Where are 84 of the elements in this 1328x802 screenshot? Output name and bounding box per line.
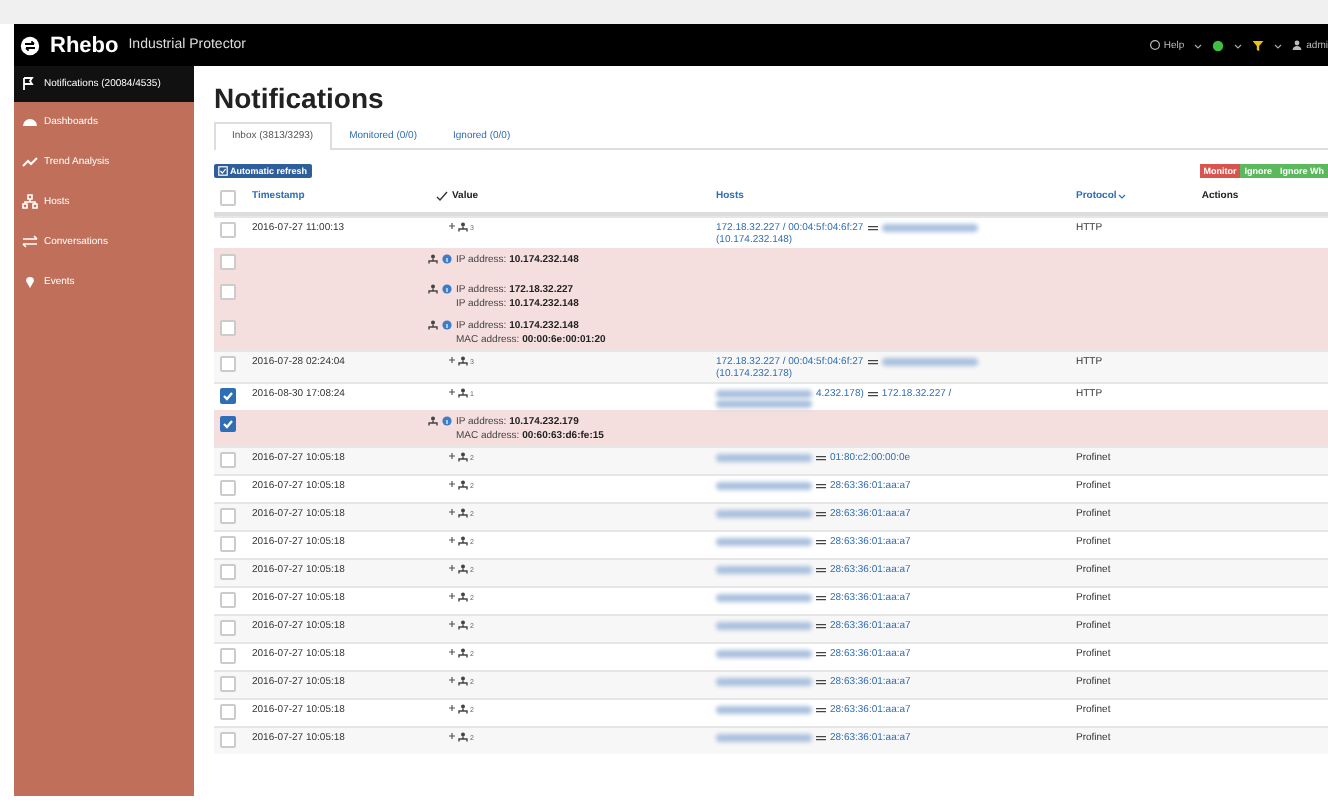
plus-icon[interactable] — [448, 591, 456, 599]
info-icon — [442, 320, 452, 330]
plus-icon[interactable] — [448, 647, 456, 655]
plus-icon[interactable] — [448, 221, 456, 229]
connection-icon — [867, 389, 878, 397]
gauge-icon — [22, 114, 38, 130]
connection-icon — [816, 453, 826, 461]
network-icon — [428, 320, 438, 330]
plus-icon[interactable] — [448, 535, 456, 543]
connection-icon — [867, 357, 878, 365]
info-icon — [442, 254, 452, 264]
page-title: Notifications — [214, 82, 386, 114]
network-icon — [428, 284, 438, 294]
connection-icon — [816, 733, 826, 741]
plus-icon[interactable] — [448, 703, 456, 711]
plus-icon[interactable] — [448, 355, 456, 363]
network-icon — [458, 675, 468, 685]
network-icon — [458, 451, 468, 461]
plus-icon[interactable] — [448, 479, 456, 487]
help-icon — [1149, 40, 1160, 50]
network-icon — [458, 507, 468, 517]
blurred-text — [716, 509, 812, 517]
connection-icon — [816, 481, 826, 489]
sort-caret-icon — [1118, 191, 1127, 199]
blurred-text — [881, 223, 978, 231]
blurred-text — [716, 453, 812, 461]
plus-icon[interactable] — [448, 387, 456, 395]
blurred-text — [716, 733, 812, 741]
brand-name: Rhebo — [50, 33, 119, 57]
pin-icon — [22, 274, 38, 290]
plus-icon[interactable] — [448, 619, 456, 627]
network-icon — [428, 416, 438, 426]
caret-icon[interactable] — [1234, 41, 1243, 49]
connection-icon — [816, 593, 826, 601]
network-icon — [458, 355, 468, 365]
blurred-text — [716, 537, 812, 545]
blurred-text — [716, 565, 812, 573]
plus-icon[interactable] — [448, 731, 456, 739]
check-icon — [436, 189, 448, 201]
network-icon — [458, 221, 468, 231]
hosts-icon — [22, 194, 38, 210]
plus-icon[interactable] — [448, 563, 456, 571]
blurred-text — [716, 593, 812, 601]
plus-icon[interactable] — [448, 451, 456, 459]
connection-icon — [816, 677, 826, 685]
connection-icon — [867, 223, 878, 231]
blurred-text — [716, 649, 812, 657]
conversations-icon — [22, 234, 38, 250]
user-icon — [1292, 40, 1303, 50]
status-dot-icon[interactable] — [1212, 39, 1225, 51]
network-icon — [458, 647, 468, 657]
trend-icon — [22, 154, 38, 170]
blurred-text — [716, 621, 812, 629]
network-icon — [458, 591, 468, 601]
row-checkbox[interactable] — [220, 387, 236, 403]
connection-icon — [816, 705, 826, 713]
plus-icon[interactable] — [448, 507, 456, 515]
flag-icon — [22, 76, 38, 92]
blurred-text — [716, 677, 812, 685]
network-icon — [458, 619, 468, 629]
network-icon — [458, 731, 468, 741]
network-icon — [458, 703, 468, 713]
network-icon — [458, 387, 468, 397]
connection-icon — [816, 537, 826, 545]
info-icon — [442, 416, 452, 426]
connection-icon — [816, 621, 826, 629]
plus-icon[interactable] — [448, 675, 456, 683]
blurred-text — [716, 705, 812, 713]
blurred-text — [716, 481, 812, 489]
row-checkbox[interactable] — [220, 416, 236, 432]
connection-icon — [816, 565, 826, 573]
info-icon — [442, 284, 452, 294]
logo-icon — [20, 35, 40, 55]
network-icon — [458, 535, 468, 545]
network-icon — [428, 254, 438, 264]
caret-icon[interactable] — [1194, 41, 1203, 49]
checked-box-icon — [218, 166, 228, 176]
connection-icon — [816, 649, 826, 657]
filter-icon[interactable] — [1252, 39, 1265, 51]
caret-icon[interactable] — [1274, 41, 1283, 49]
connection-icon — [816, 509, 826, 517]
blurred-text — [881, 357, 978, 365]
network-icon — [458, 479, 468, 489]
network-icon — [458, 563, 468, 573]
